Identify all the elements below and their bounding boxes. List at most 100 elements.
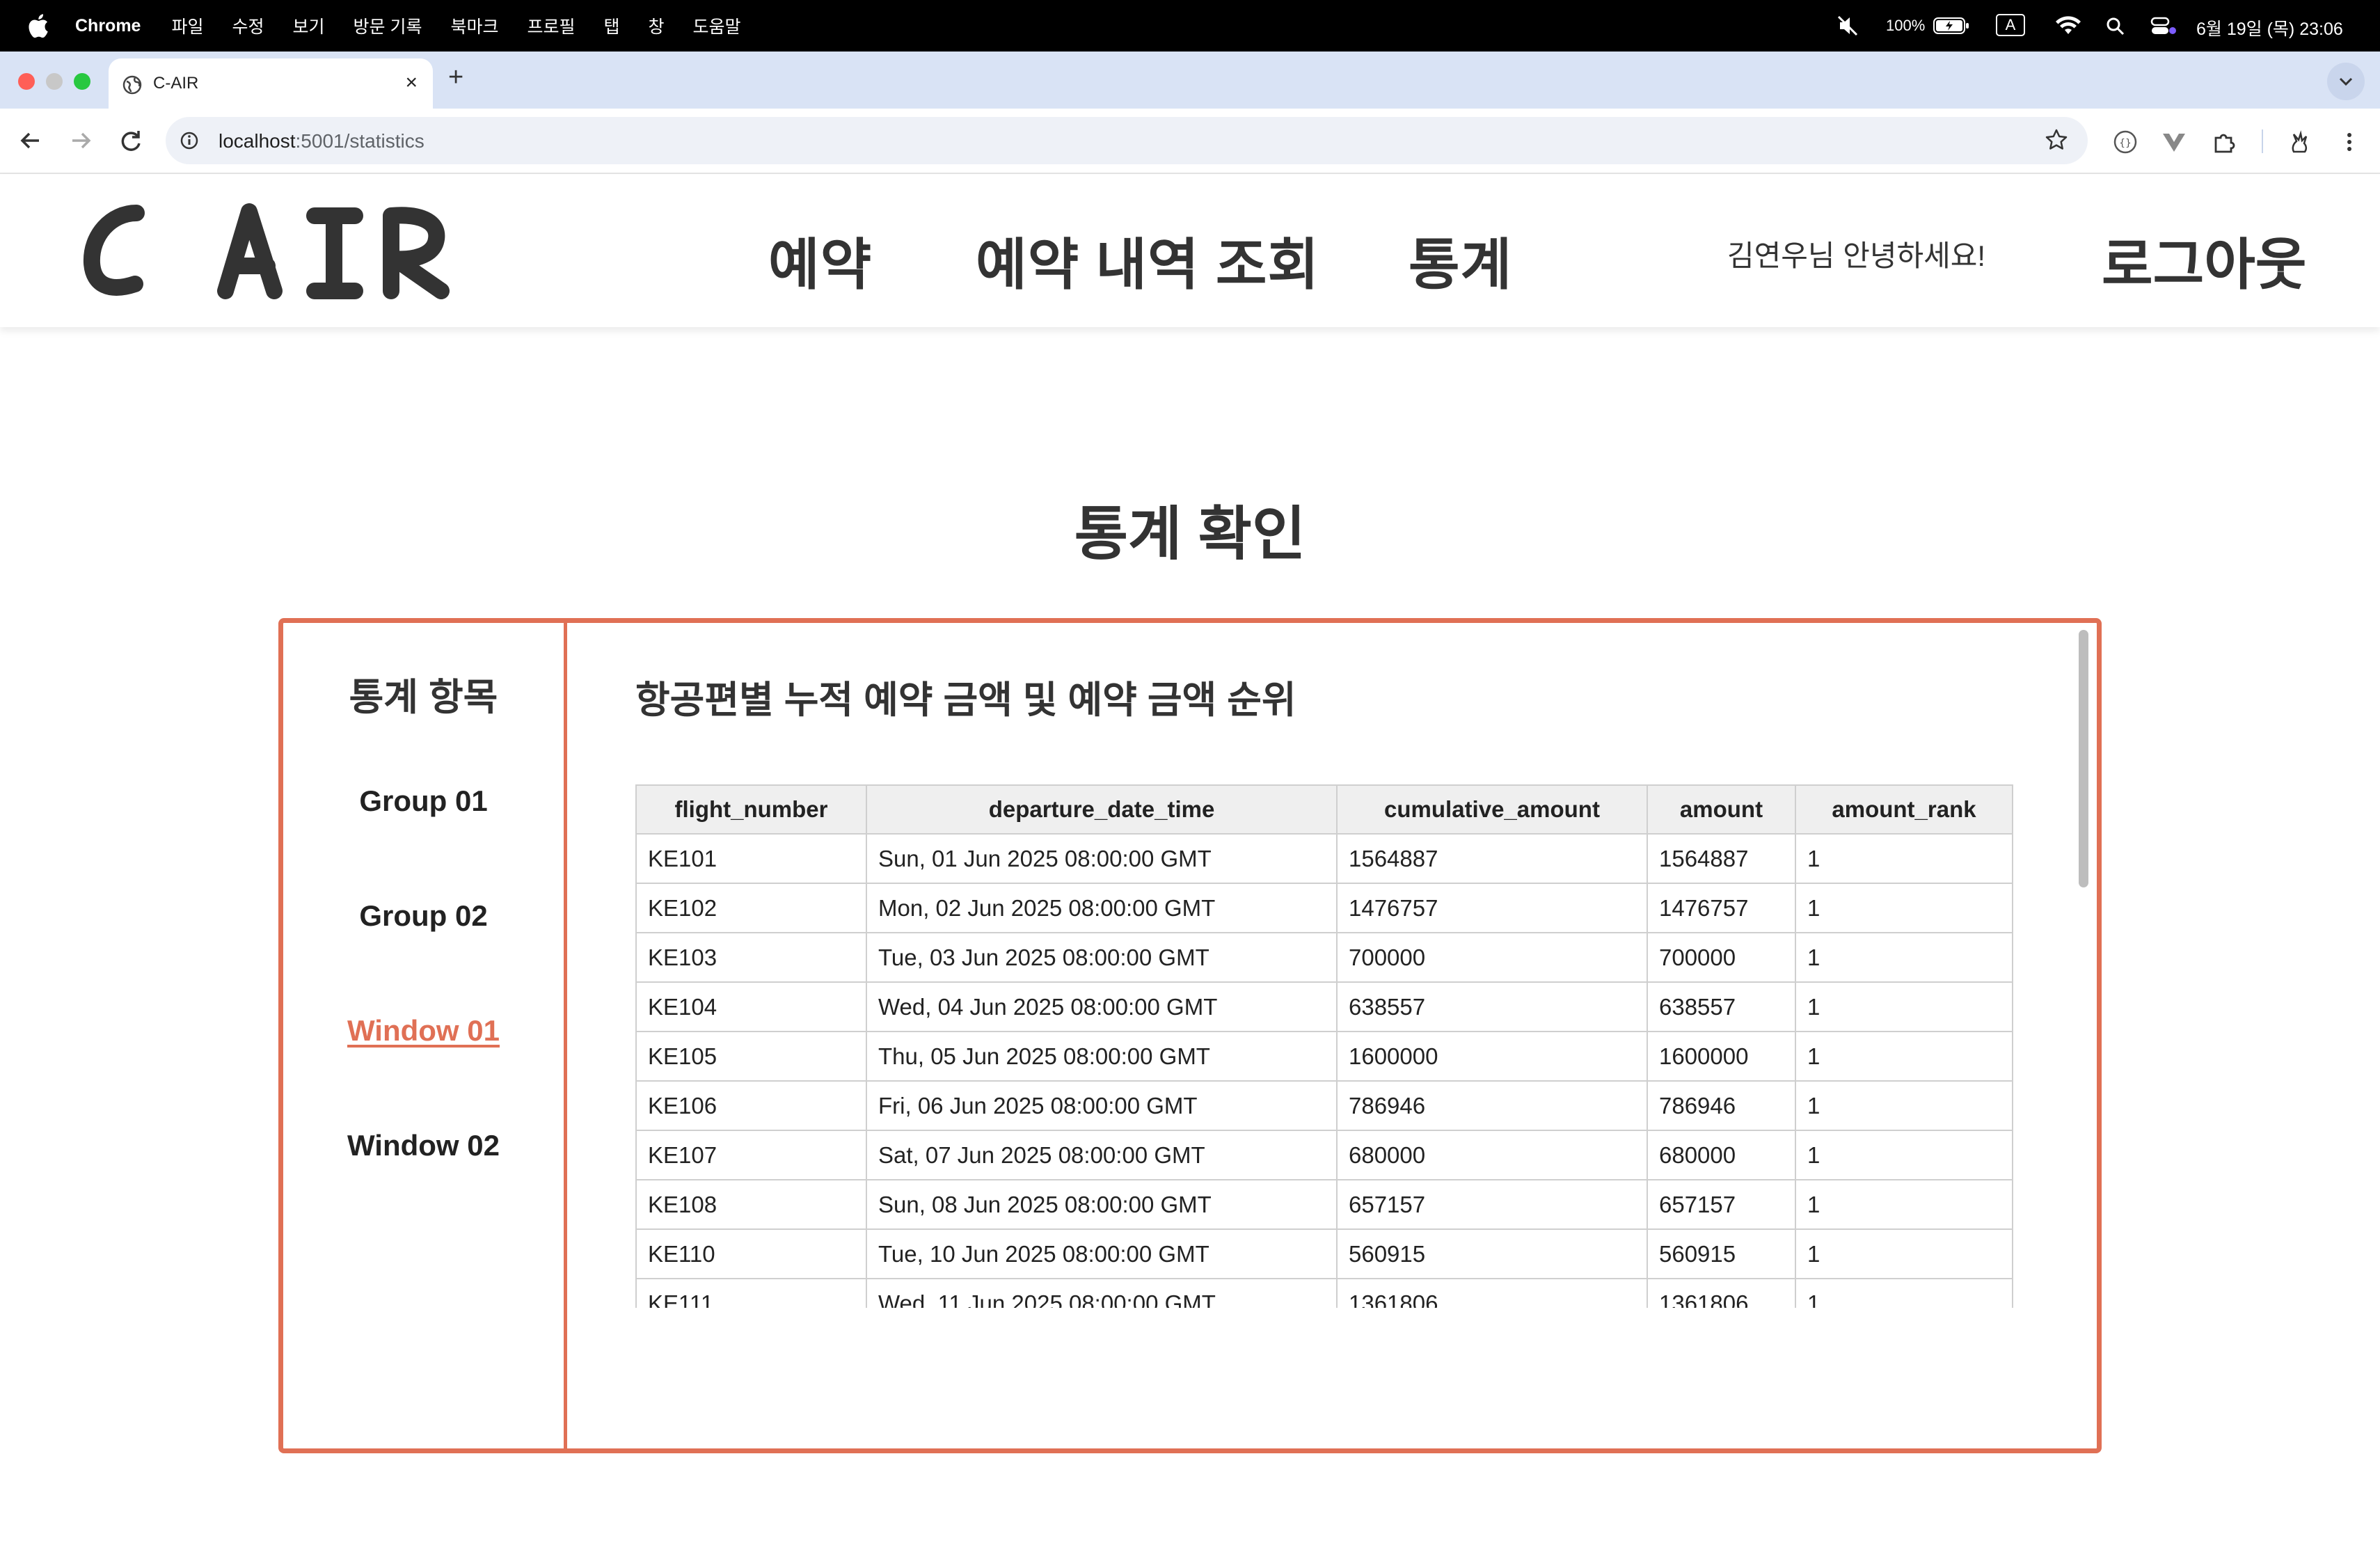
table-row: KE102 Mon, 02 Jun 2025 08:00:00 GMT 147675… [635,883,2013,933]
sidebar-item-window-02[interactable]: Window 02 [283,1129,564,1162]
cell-flight-number: KE102 [635,883,867,933]
content-title: 항공편별 누적 예약 금액 및 예약 금액 순위 [635,679,1296,721]
cell-amount: 700000 [1647,932,1796,983]
cell-flight-number: KE110 [635,1228,867,1279]
tab-close-icon[interactable]: × [405,71,418,95]
reload-icon[interactable] [117,127,145,155]
menubar-menus: Chrome 파일 수정 보기 방문 기록 북마크 프로필 탭 창 도움말 [75,0,770,52]
table-container[interactable]: flight_number departure_date_time cumula… [635,784,2013,1308]
cell-cumulative-amount: 657157 [1336,1179,1648,1230]
menu-tab[interactable]: 탭 [604,13,620,38]
cell-amount: 1361806 [1647,1278,1796,1308]
content-scrollbar[interactable] [2079,630,2088,887]
column-header-departure-date-time: departure_date_time [866,784,1338,835]
menubar-datetime[interactable]: 6월 19일 (목) 23:06 [2196,15,2343,40]
wifi-icon[interactable] [2054,15,2082,36]
cell-amount-rank: 1 [1795,833,2013,884]
mute-icon[interactable] [1837,15,1859,36]
sidebar-item-window-01[interactable]: Window 01 [283,1014,564,1048]
battery-icon[interactable] [1933,17,1969,35]
vue-devtools-icon[interactable] [2160,128,2188,156]
menubar-app-name[interactable]: Chrome [75,16,141,36]
window-minimize-button[interactable] [46,73,63,90]
cell-departure-date-time: Sat, 07 Jun 2025 08:00:00 GMT [866,1130,1338,1180]
menu-profile[interactable]: 프로필 [527,13,575,38]
window-zoom-button[interactable] [74,73,90,90]
nav-reservation-history[interactable]: 예약 내역 조회 [976,220,1319,301]
menu-view[interactable]: 보기 [293,13,325,38]
table-row: KE103 Tue, 03 Jun 2025 08:00:00 GMT 700000… [635,932,2013,983]
toolbar-divider [2262,129,2263,153]
tab-search-button[interactable] [2327,63,2365,100]
site-logo[interactable] [79,193,497,312]
star-icon[interactable] [2045,128,2068,152]
column-header-amount-rank: amount_rank [1795,784,2013,835]
window-close-button[interactable] [18,73,35,90]
column-header-amount: amount [1647,784,1796,835]
profile-icon[interactable] [2285,128,2313,156]
cell-flight-number: KE107 [635,1130,867,1180]
cell-amount-rank: 1 [1795,1228,2013,1279]
logout-button[interactable]: 로그아웃 [2102,220,2306,301]
cell-cumulative-amount: 560915 [1336,1228,1648,1279]
cell-amount-rank: 1 [1795,1130,2013,1180]
cell-amount: 1600000 [1647,1031,1796,1082]
cell-flight-number: KE104 [635,981,867,1032]
cell-amount-rank: 1 [1795,1031,2013,1082]
sidebar-item-group-02[interactable]: Group 02 [283,899,564,933]
cell-departure-date-time: Wed, 11 Jun 2025 08:00:00 GMT [866,1278,1338,1308]
cell-amount-rank: 1 [1795,1179,2013,1230]
cell-flight-number: KE101 [635,833,867,884]
browser-tabstrip: C-AIR × [0,52,2380,109]
menu-history[interactable]: 방문 기록 [354,13,422,38]
nav-statistics[interactable]: 통계 [1409,220,1512,301]
cell-amount: 657157 [1647,1179,1796,1230]
url-path: :5001/statistics [295,130,425,152]
cell-amount-rank: 1 [1795,932,2013,983]
cell-departure-date-time: Sun, 01 Jun 2025 08:00:00 GMT [866,833,1338,884]
back-icon[interactable] [17,127,45,155]
extension-icon[interactable]: {} [2111,128,2139,156]
cell-cumulative-amount: 680000 [1336,1130,1648,1180]
nav-reservation[interactable]: 예약 [768,220,872,301]
svg-text:{}: {} [2119,138,2132,149]
browser-tab-active[interactable]: C-AIR × [109,58,433,109]
table-row: KE105 Thu, 05 Jun 2025 08:00:00 GMT 160000… [635,1031,2013,1082]
new-tab-button[interactable]: + [448,63,463,93]
cell-amount: 680000 [1647,1130,1796,1180]
menu-help[interactable]: 도움말 [693,13,741,38]
apple-icon[interactable] [26,13,49,39]
cell-cumulative-amount: 1564887 [1336,833,1648,884]
url-host: localhost [219,130,296,152]
menu-bookmarks[interactable]: 북마크 [450,13,498,38]
address-bar[interactable]: localhost:5001/statistics [166,117,2088,164]
menu-icon[interactable] [2335,128,2363,156]
table-row: KE108 Sun, 08 Jun 2025 08:00:00 GMT 657157… [635,1179,2013,1230]
cell-cumulative-amount: 786946 [1336,1080,1648,1131]
sidebar-item-group-01[interactable]: Group 01 [283,784,564,818]
puzzle-icon[interactable] [2210,128,2238,156]
table-row: KE110 Tue, 10 Jun 2025 08:00:00 GMT 560915… [635,1228,2013,1279]
browser-toolbar: localhost:5001/statistics {} [0,109,2380,174]
input-source-indicator[interactable]: A [1996,14,2025,36]
site-header: 예약 예약 내역 조회 통계 김연우님 안녕하세요! 로그아웃 [0,175,2380,327]
menu-window[interactable]: 창 [649,13,665,38]
menu-edit[interactable]: 수정 [232,13,264,38]
info-icon[interactable] [180,131,199,150]
cell-amount-rank: 1 [1795,1278,2013,1308]
cell-departure-date-time: Thu, 05 Jun 2025 08:00:00 GMT [866,1031,1338,1082]
column-header-flight-number: flight_number [635,784,867,835]
forward-icon[interactable] [67,127,95,155]
search-icon[interactable] [2106,17,2125,36]
globe-icon [122,75,142,95]
statistics-sidebar: 통계 항목 Group 01 Group 02 Window 01 Window… [283,623,567,1448]
user-greeting: 김연우님 안녕하세요! [1727,239,1986,272]
address-url[interactable]: localhost:5001/statistics [219,130,425,152]
cell-flight-number: KE106 [635,1080,867,1131]
cell-cumulative-amount: 1476757 [1336,883,1648,933]
cell-cumulative-amount: 1361806 [1336,1278,1648,1308]
table-body: KE101 Sun, 01 Jun 2025 08:00:00 GMT 156488… [635,833,2013,1308]
menu-file[interactable]: 파일 [171,13,203,38]
control-center-icon[interactable] [2150,17,2178,36]
column-header-cumulative-amount: cumulative_amount [1336,784,1648,835]
